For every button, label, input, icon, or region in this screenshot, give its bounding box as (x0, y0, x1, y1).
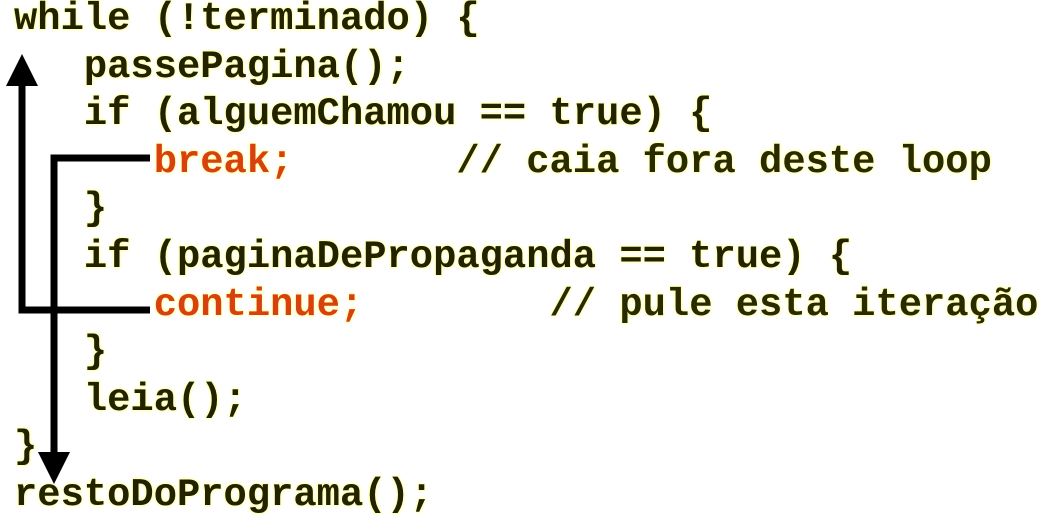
arrow-up-icon (6, 54, 38, 86)
break-arrow (38, 154, 150, 484)
arrow-down-icon (38, 452, 70, 484)
flow-arrows (6, 54, 150, 484)
continue-arrow (6, 54, 150, 314)
